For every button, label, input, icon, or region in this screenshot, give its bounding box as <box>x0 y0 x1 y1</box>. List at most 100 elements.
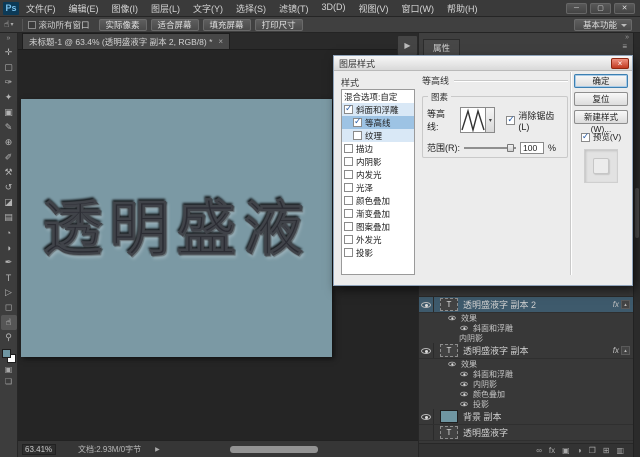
layer-effect-row[interactable]: 效果 <box>419 359 633 369</box>
horizontal-scrollbar[interactable] <box>230 446 318 453</box>
tab-properties[interactable]: 属性 <box>423 39 461 56</box>
history-brush-tool[interactable]: ↺ <box>1 180 17 195</box>
layer-effects-icon[interactable]: fx <box>549 446 555 455</box>
minimize-icon[interactable]: ─ <box>566 2 587 14</box>
style-checkbox[interactable] <box>344 196 353 205</box>
style-checkbox[interactable] <box>344 157 353 166</box>
contour-dropdown-icon[interactable]: ▾ <box>486 107 496 133</box>
style-list-item[interactable]: 混合选项:自定 <box>342 90 414 103</box>
eye-icon[interactable] <box>460 391 468 397</box>
menu-item[interactable]: 帮助(H) <box>447 2 478 15</box>
eraser-tool[interactable]: ◪ <box>1 195 17 210</box>
canvas[interactable]: 透明盛液 <box>21 99 332 357</box>
chevron-down-icon[interactable]: ▾ <box>10 21 13 28</box>
slider-thumb[interactable] <box>507 143 514 152</box>
eye-icon[interactable] <box>460 371 468 377</box>
style-checkbox[interactable] <box>344 222 353 231</box>
style-list-item[interactable]: 描边 <box>342 142 414 155</box>
menu-item[interactable]: 编辑(E) <box>69 2 99 15</box>
layer-fx-indicator[interactable]: fx ▴ <box>613 300 630 309</box>
visibility-toggle[interactable] <box>419 343 434 358</box>
screen-mode-icon[interactable]: ❏ <box>5 376 12 388</box>
move-tool[interactable]: ✛ <box>1 45 17 60</box>
visibility-toggle[interactable] <box>419 409 434 424</box>
path-selection-tool[interactable]: ▷ <box>1 285 17 300</box>
tab-close-icon[interactable]: × <box>218 37 223 46</box>
layer-effect-row[interactable]: 效果 <box>419 313 633 323</box>
style-checkbox[interactable] <box>353 116 362 127</box>
menu-item[interactable]: 文件(F) <box>26 2 56 15</box>
quick-selection-tool[interactable]: ✦ <box>1 90 17 105</box>
color-swatches[interactable] <box>1 348 17 364</box>
hand-tool[interactable]: ☝ <box>0 315 17 330</box>
style-list-item[interactable]: 图案叠加 <box>342 220 414 233</box>
style-checkbox[interactable] <box>344 170 353 179</box>
style-checkbox[interactable] <box>344 235 353 244</box>
style-checkbox[interactable] <box>344 248 353 257</box>
eye-icon[interactable] <box>460 381 468 387</box>
style-checkbox[interactable] <box>344 144 353 153</box>
layer-row[interactable]: T 透明盛液字 fx ▴ <box>419 425 633 441</box>
style-list-item[interactable]: 投影 <box>342 246 414 259</box>
contour-thumbnail[interactable] <box>460 107 487 133</box>
range-value-field[interactable]: 100 <box>520 141 544 154</box>
fx-collapse-icon[interactable]: ▴ <box>621 346 630 355</box>
layer-thumbnail[interactable]: T <box>440 298 458 311</box>
menu-item[interactable]: 窗口(W) <box>402 2 435 15</box>
visibility-toggle[interactable] <box>419 425 434 440</box>
layer-row[interactable]: T 透明盛液字 副本 2 fx ▴ <box>419 297 633 313</box>
layer-row[interactable]: T 背景 副本 fx ▴ <box>419 409 633 425</box>
dodge-tool[interactable]: ◑ <box>1 240 17 255</box>
style-list-item[interactable]: 外发光 <box>342 233 414 246</box>
options-button[interactable]: 打印尺寸 <box>254 18 303 31</box>
eye-icon[interactable] <box>448 361 456 367</box>
foreground-color-swatch[interactable] <box>1 349 11 358</box>
new-layer-icon[interactable]: ⊞ <box>603 446 610 455</box>
blur-tool[interactable]: ◔ <box>1 225 17 240</box>
marquee-tool[interactable]: ▢ <box>1 60 17 75</box>
healing-brush-tool[interactable]: ⊕ <box>1 135 17 150</box>
menu-item[interactable]: 视图(V) <box>359 2 389 15</box>
layer-thumbnail[interactable]: T <box>440 426 458 439</box>
layer-row[interactable]: T 透明盛液字 副本 fx ▴ <box>419 343 633 359</box>
style-list-item[interactable]: 内发光 <box>342 168 414 181</box>
brush-tool[interactable]: ✐ <box>1 150 17 165</box>
options-button[interactable]: 适合屏幕 <box>150 18 199 31</box>
layer-effect-row[interactable]: 斜面和浮雕 <box>419 323 633 333</box>
layer-group-icon[interactable]: ❐ <box>589 446 596 455</box>
zoom-level-field[interactable]: 63.41% <box>22 443 56 455</box>
eyedropper-tool[interactable]: ✎ <box>1 120 17 135</box>
eye-icon[interactable] <box>460 325 468 331</box>
hand-tool-icon[interactable]: ☝ <box>4 19 9 30</box>
style-checkbox[interactable] <box>344 103 353 114</box>
dialog-close-icon[interactable]: × <box>611 58 629 69</box>
layer-thumbnail[interactable]: T <box>440 410 458 423</box>
layer-effect-row[interactable]: 斜面和浮雕 <box>419 369 633 379</box>
gradient-tool[interactable]: ▤ <box>1 210 17 225</box>
maximize-icon[interactable]: ▢ <box>590 2 611 14</box>
dialog-title-bar[interactable]: 图层样式 <box>334 56 632 71</box>
style-list-item[interactable]: 斜面和浮雕 <box>342 103 414 116</box>
layer-thumbnail[interactable]: T <box>440 344 458 357</box>
visibility-toggle[interactable] <box>419 297 434 312</box>
menu-item[interactable]: 选择(S) <box>236 2 266 15</box>
link-layers-icon[interactable]: ∞ <box>536 446 542 455</box>
range-slider[interactable] <box>464 143 516 153</box>
antialias-checkbox[interactable] <box>506 114 516 125</box>
style-list-item[interactable]: 内阴影 <box>342 155 414 168</box>
options-button[interactable]: 填充屏幕 <box>202 18 251 31</box>
menu-item[interactable]: 图层(L) <box>151 2 180 15</box>
eye-icon[interactable] <box>460 401 468 407</box>
adjustment-layer-icon[interactable]: ◑ <box>577 446 582 455</box>
scrollbar-thumb[interactable] <box>635 188 639 238</box>
document-tab[interactable]: 未标题-1 @ 63.4% (透明盛液字 副本 2, RGB/8) * × <box>22 33 231 49</box>
layer-effect-row[interactable]: 内阴影 <box>419 379 633 389</box>
fx-collapse-icon[interactable]: ▴ <box>621 300 630 309</box>
panel-scrollbar[interactable] <box>633 33 640 457</box>
layer-fx-indicator[interactable]: fx ▴ <box>613 346 630 355</box>
close-icon[interactable]: ✕ <box>614 2 635 14</box>
crop-tool[interactable]: ▣ <box>1 105 17 120</box>
style-checkbox[interactable] <box>344 183 353 192</box>
collapsed-panel-icon[interactable]: ▶ <box>397 35 418 56</box>
menu-item[interactable]: 图像(I) <box>112 2 139 15</box>
